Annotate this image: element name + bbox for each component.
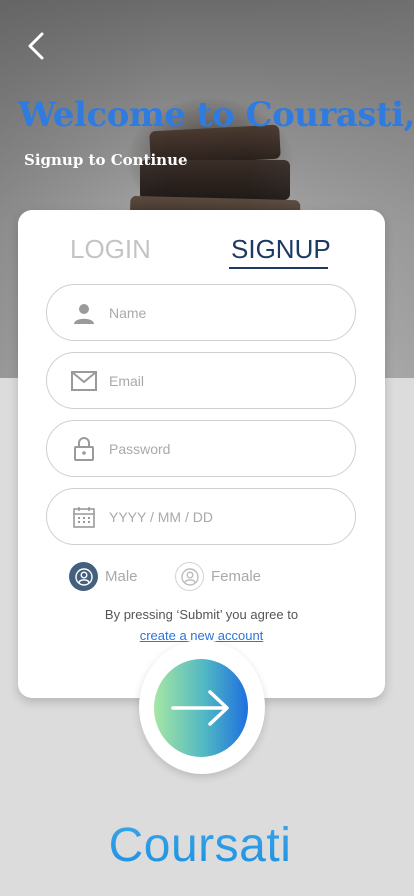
submit-button[interactable] — [154, 659, 248, 757]
name-field[interactable]: Name — [46, 284, 356, 341]
male-label: Male — [105, 568, 138, 585]
brand-logo-text: Coursati — [0, 818, 400, 873]
birthdate-placeholder: YYYY / MM / DD — [109, 508, 213, 525]
chevron-left-icon — [28, 32, 44, 60]
email-field[interactable]: Email — [46, 352, 356, 409]
arrow-right-icon — [171, 690, 229, 726]
female-label: Female — [211, 568, 262, 585]
welcome-subtitle: Signup to Continue — [24, 151, 188, 169]
name-placeholder: Name — [109, 304, 147, 321]
tab-login[interactable]: LOGIN — [70, 234, 151, 265]
back-button[interactable] — [22, 30, 50, 62]
agreement-text: By pressing ‘Submit’ you agree to — [104, 607, 299, 622]
gender-female-radio[interactable]: Female — [175, 562, 261, 591]
welcome-title: Welcome to Courasti, — [18, 95, 414, 135]
calendar-icon — [71, 504, 97, 530]
signup-card: LOGIN SIGNUP Name Email Password YYYY / … — [18, 210, 385, 698]
male-avatar-icon — [69, 562, 98, 591]
password-field[interactable]: Password — [46, 420, 356, 477]
active-tab-indicator — [229, 267, 328, 269]
mail-icon — [71, 368, 97, 394]
female-avatar-icon — [175, 562, 204, 591]
gender-male-radio[interactable]: Male — [69, 562, 138, 591]
lock-icon — [71, 436, 97, 462]
password-placeholder: Password — [109, 440, 171, 457]
tab-signup[interactable]: SIGNUP — [231, 234, 331, 265]
birthdate-field[interactable]: YYYY / MM / DD — [46, 488, 356, 545]
email-placeholder: Email — [109, 372, 145, 389]
user-icon — [71, 300, 97, 326]
